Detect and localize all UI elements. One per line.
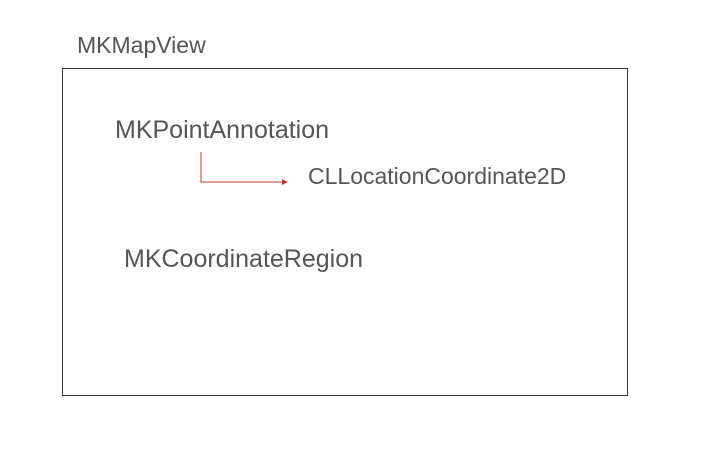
arrow-head: [282, 179, 288, 185]
coordinate-region-node: MKCoordinateRegion: [124, 245, 364, 273]
location-coordinate-node: CLLocationCoordinate2D: [308, 163, 567, 189]
annotation-to-coordinate-arrow: [200, 152, 288, 185]
arrow-line: [200, 152, 286, 183]
